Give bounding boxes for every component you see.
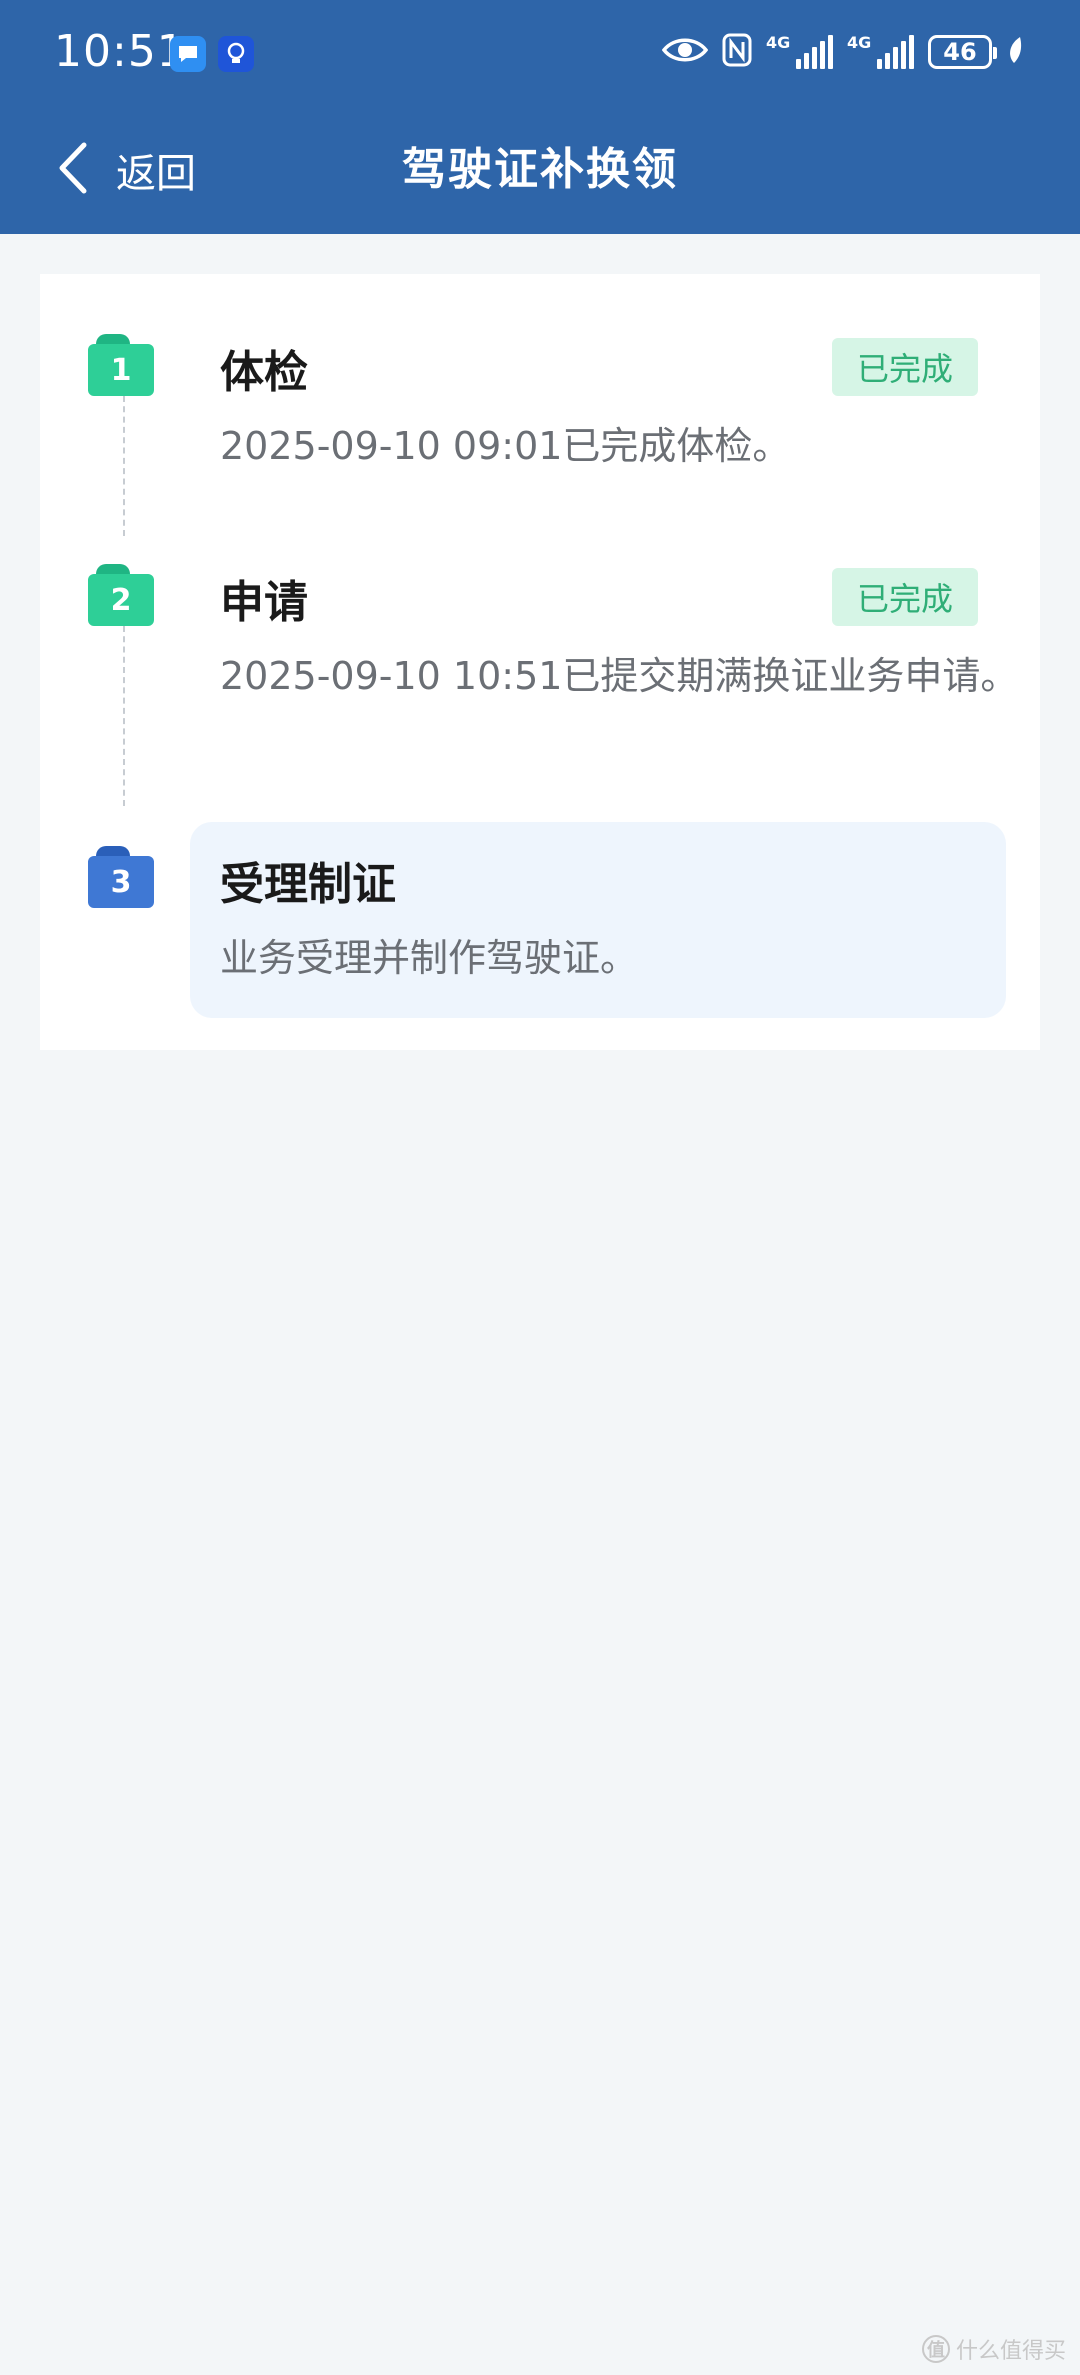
watermark-logo: 值 <box>921 2335 950 2363</box>
step-3-title: 受理制证 <box>220 859 396 910</box>
signal-icon-2: 4G <box>847 33 914 69</box>
step-1-number: 1 <box>88 344 154 396</box>
battery-level: 46 <box>943 38 977 66</box>
step-3-number: 3 <box>88 856 154 908</box>
step-3-description: 业务受理并制作驾驶证。 <box>220 936 639 980</box>
status-icons: 4G 4G 46 <box>661 30 1024 74</box>
step-2-title: 申请 <box>220 577 308 628</box>
step-connector <box>123 626 125 806</box>
message-app-icon <box>170 36 206 72</box>
step-2-number: 2 <box>88 574 154 626</box>
step-1-description: 2025-09-10 09:01已完成体检。 <box>220 424 791 468</box>
page-title: 驾驶证补换领 <box>402 144 678 195</box>
status-time: 10:51 <box>54 26 186 77</box>
battery-icon: 46 <box>928 35 997 69</box>
step-3-marker: 3 <box>88 846 154 908</box>
top-bar: 10:51 4G 4G 46 返回 驾驶证补换领 <box>0 0 1080 234</box>
watermark-text: 什么值得买 <box>955 2339 1066 2364</box>
signal-icon: 4G <box>766 33 833 69</box>
nfc-icon <box>722 33 752 71</box>
step-2-status-badge: 已完成 <box>832 568 978 626</box>
step-1-marker: 1 <box>88 334 154 396</box>
progress-card: 1 体检 已完成 2025-09-10 09:01已完成体检。 2 申请 已完成… <box>40 274 1040 1050</box>
watermark: 值 什么值得买 <box>921 2333 1066 2365</box>
step-1-status-badge: 已完成 <box>832 338 978 396</box>
step-connector <box>123 396 125 536</box>
step-2-marker: 2 <box>88 564 154 626</box>
step-2-description: 2025-09-10 10:51已提交期满换证业务申请。 <box>220 654 1019 698</box>
leaf-icon <box>1006 35 1024 69</box>
lightbulb-app-icon <box>218 36 254 72</box>
eye-icon <box>661 35 709 69</box>
step-1-title: 体检 <box>220 347 308 398</box>
